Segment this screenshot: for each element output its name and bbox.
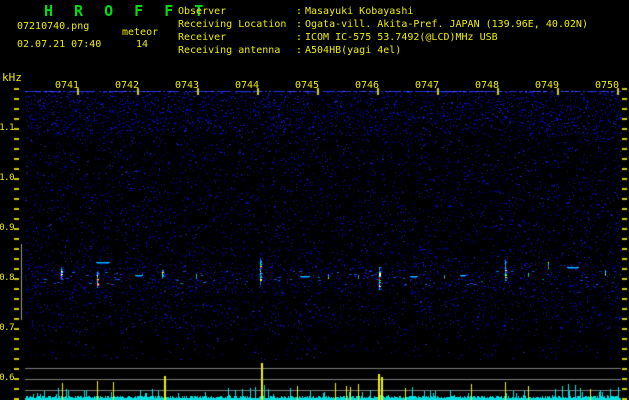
station-info-row: Observer: Masayuki Kobayashi xyxy=(178,5,588,18)
info-field-value: A504HB(yagi 4el) xyxy=(305,45,402,56)
time-axis-label: 0748 xyxy=(474,80,500,91)
time-axis-label: 0750 xyxy=(594,80,620,91)
station-info-row: Receiving Location: Ogata-vill. Akita-Pre… xyxy=(178,18,588,31)
info-field-colon: : xyxy=(296,19,303,30)
info-field-value: Masayuki Kobayashi xyxy=(305,6,414,17)
time-axis-label: 0746 xyxy=(354,80,380,91)
freq-axis-label: 0.6 xyxy=(0,373,15,383)
info-field-colon: : xyxy=(296,45,303,56)
info-field-colon: : xyxy=(296,32,303,43)
station-info-row: Receiving antenna: A504HB(yagi 4el) xyxy=(178,44,588,57)
info-field-label: Receiver xyxy=(178,32,227,43)
info-field-value: ICOM IC-575 53.7492(@LCD)MHz USB xyxy=(305,32,498,43)
info-field-label: Receiving Location xyxy=(178,19,287,30)
time-axis-label: 0742 xyxy=(114,80,140,91)
info-field-label: Observer xyxy=(178,6,227,17)
freq-axis-label: 0.7 xyxy=(0,323,15,333)
time-axis-label: 0745 xyxy=(294,80,320,91)
freq-axis-label: 0.8 xyxy=(0,273,15,283)
spectrogram-canvas xyxy=(0,0,629,400)
freq-axis-label: 1.0 xyxy=(0,173,15,183)
hrofft-window: H R O F F T 07210740.png meteor 02.07.21… xyxy=(0,0,629,400)
info-field-value: Ogata-vill. Akita-Pref. JAPAN (139.96E, … xyxy=(305,19,588,30)
info-field-colon: : xyxy=(296,6,303,17)
frame-datetime: 02.07.21 07:40 xyxy=(17,39,102,50)
station-info-block: Observer: Masayuki Kobayashi Receiving Loc… xyxy=(178,5,588,57)
observation-mode-label: meteor xyxy=(122,27,159,38)
time-axis-label: 0747 xyxy=(414,80,440,91)
time-axis-label: 0741 xyxy=(54,80,80,91)
meteor-count: 14 xyxy=(136,39,149,50)
freq-axis-label: 0.9 xyxy=(0,223,15,233)
station-info-row: Receiver: ICOM IC-575 53.7492(@LCD)MHz US… xyxy=(178,31,588,44)
time-axis-label: 0749 xyxy=(534,80,560,91)
y-axis-unit-label: kHz xyxy=(2,71,22,84)
time-axis-label: 0744 xyxy=(234,80,260,91)
time-axis-label: 0743 xyxy=(174,80,200,91)
freq-axis-label: 1.1 xyxy=(0,123,15,133)
info-field-label: Receiving antenna xyxy=(178,45,281,56)
output-filename: 07210740.png xyxy=(17,21,90,32)
